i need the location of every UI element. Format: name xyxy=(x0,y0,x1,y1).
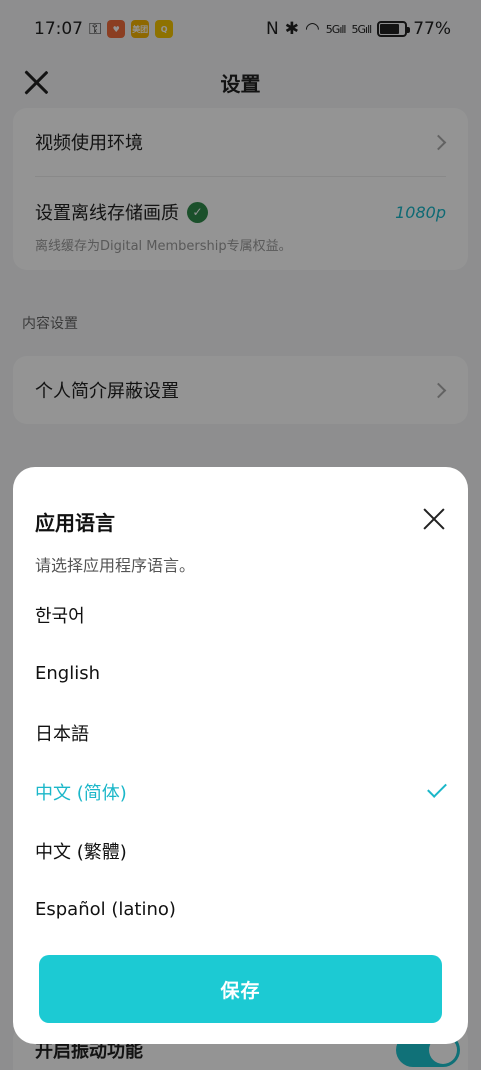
language-option-en[interactable]: English xyxy=(13,644,468,703)
language-list: 한국어 English 日本語 中文 (简体) 中文 (繁體) Español … xyxy=(13,585,468,939)
checkmark-icon xyxy=(427,778,447,798)
language-option-es[interactable]: Español (latino) xyxy=(13,880,468,939)
language-option-ko[interactable]: 한국어 xyxy=(13,585,468,644)
language-label: 한국어 xyxy=(35,605,85,627)
language-option-ja[interactable]: 日本語 xyxy=(13,703,468,762)
save-button[interactable]: 保存 xyxy=(39,955,442,1023)
language-dialog: 应用语言 请选择应用程序语言。 한국어 English 日本語 中文 (简体) … xyxy=(13,467,468,1044)
language-label: 中文 (繁體) xyxy=(35,841,127,863)
close-icon[interactable] xyxy=(422,507,446,531)
language-option-zh-hans[interactable]: 中文 (简体) xyxy=(13,762,468,821)
language-label: 中文 (简体) xyxy=(35,782,127,804)
language-label: Español (latino) xyxy=(35,899,176,920)
dialog-title: 应用语言 xyxy=(35,511,115,535)
language-label: 日本語 xyxy=(35,723,89,745)
dialog-subtitle: 请选择应用程序语言。 xyxy=(35,556,196,575)
language-option-zh-hant[interactable]: 中文 (繁體) xyxy=(13,821,468,880)
language-label: English xyxy=(35,663,100,684)
